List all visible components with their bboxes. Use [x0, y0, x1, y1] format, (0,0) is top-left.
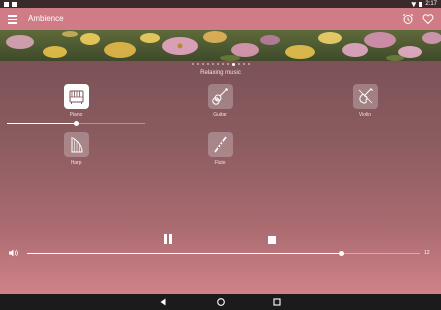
instrument-harp[interactable]: Harp: [51, 132, 101, 166]
instrument-flute[interactable]: Flute: [195, 132, 245, 166]
status-bar: 2:17: [0, 0, 441, 8]
page-dot[interactable]: [226, 63, 229, 65]
page-indicator: [0, 62, 441, 67]
guitar-icon: [211, 88, 228, 105]
piano-volume-fill: [7, 122, 76, 124]
page-dot[interactable]: [247, 63, 250, 65]
category-title: Relaxing music: [200, 70, 241, 76]
violin-tile-button[interactable]: [352, 84, 378, 109]
navigation-bar: [0, 294, 441, 310]
instrument-label: Guitar: [213, 112, 227, 118]
piano-volume-slider[interactable]: [7, 120, 145, 126]
page-dot[interactable]: [221, 63, 224, 65]
master-volume-thumb[interactable]: [338, 250, 344, 256]
battery-icon: [419, 2, 423, 8]
harp-icon: [71, 137, 83, 153]
heart-icon[interactable]: [422, 13, 434, 25]
piano-tile-button[interactable]: [63, 84, 89, 109]
flower-photo: [0, 30, 441, 61]
guitar-tile-button[interactable]: [207, 84, 233, 109]
app-bar: Ambience: [0, 8, 441, 30]
master-volume-fill: [27, 252, 342, 254]
page-dot[interactable]: [206, 63, 209, 65]
page-dot[interactable]: [201, 63, 204, 65]
home-icon[interactable]: [216, 297, 226, 307]
instrument-label: Flute: [214, 160, 226, 166]
page-dot[interactable]: [211, 63, 214, 65]
stop-button[interactable]: [268, 236, 276, 244]
hero-flower-image: [0, 30, 441, 61]
pause-icon: [164, 234, 167, 244]
pause-button[interactable]: [163, 234, 173, 244]
instrument-label: Violin: [358, 112, 372, 118]
page-dot[interactable]: [216, 63, 219, 65]
instrument-guitar[interactable]: Guitar: [195, 84, 245, 118]
menu-icon[interactable]: [8, 14, 17, 24]
app-title: Ambience: [28, 14, 64, 23]
speaker-icon[interactable]: [9, 249, 18, 257]
instrument-label: Piano: [69, 112, 83, 118]
piano-icon: [69, 90, 83, 104]
wifi-icon: [411, 2, 417, 8]
alarm-icon[interactable]: [402, 13, 414, 25]
page-dot[interactable]: [196, 63, 199, 65]
flute-tile-button[interactable]: [207, 132, 233, 157]
notification-icon: [4, 1, 9, 7]
recents-icon[interactable]: [272, 297, 282, 307]
master-volume-value: 12: [424, 250, 430, 256]
harp-tile-button[interactable]: [63, 132, 89, 157]
page-dot[interactable]: [237, 63, 240, 65]
sound-panel: Relaxing music Piano Guitar Violin Harp …: [0, 61, 441, 294]
page-dot[interactable]: [191, 63, 194, 65]
instrument-label: Harp: [70, 160, 82, 166]
piano-volume-thumb[interactable]: [73, 120, 79, 126]
violin-icon: [358, 88, 373, 104]
back-icon[interactable]: [158, 297, 168, 307]
app-notification-icon: [12, 1, 17, 7]
master-volume-slider[interactable]: [27, 250, 420, 256]
instrument-piano[interactable]: Piano: [51, 84, 101, 118]
page-dot[interactable]: [231, 62, 235, 66]
page-dot[interactable]: [242, 63, 245, 65]
instrument-violin[interactable]: Violin: [340, 84, 390, 118]
flute-icon: [213, 136, 227, 153]
status-time: 2:17: [425, 1, 437, 7]
